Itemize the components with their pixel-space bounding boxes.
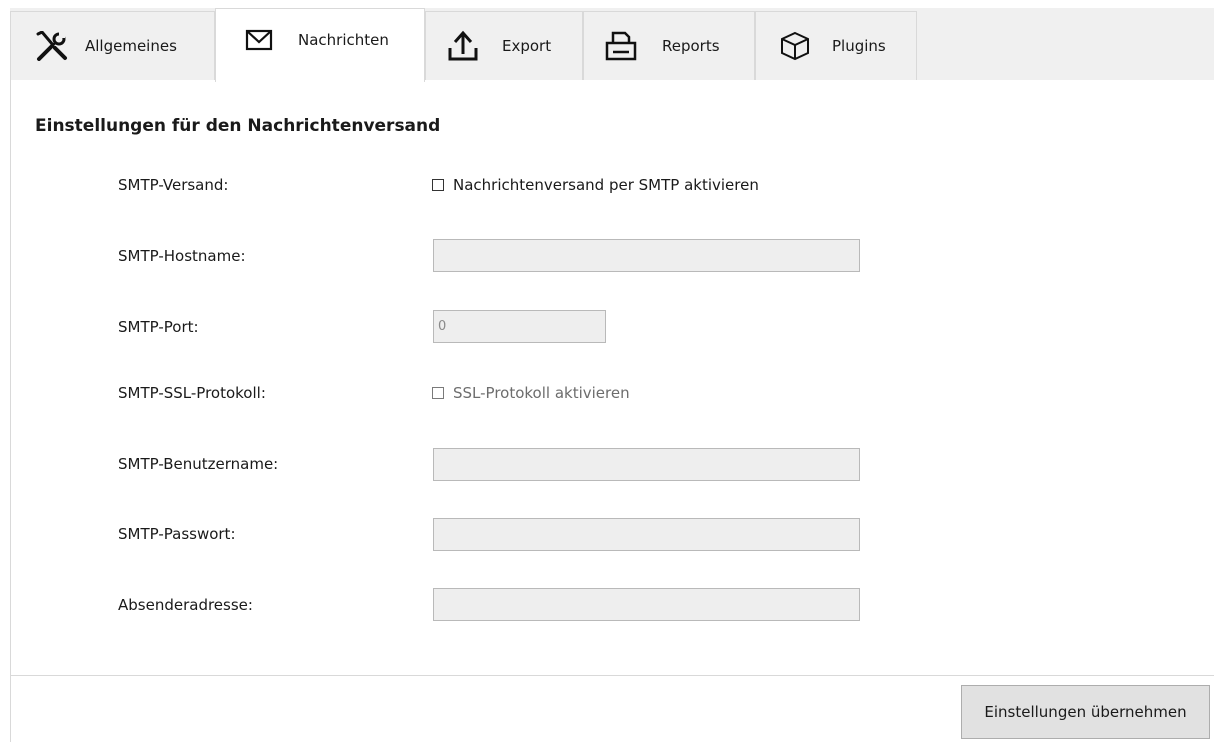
smtp-ssl-checkbox-label: SSL-Protokoll aktivieren <box>453 384 630 402</box>
printer-icon <box>604 29 638 63</box>
tab-nachrichten-label: Nachrichten <box>298 30 389 49</box>
smtp-password-label: SMTP-Passwort: <box>118 525 236 543</box>
upload-icon <box>446 29 480 63</box>
smtp-password-field[interactable] <box>433 518 860 551</box>
tab-export[interactable]: Export <box>425 11 583 80</box>
tab-nachrichten[interactable]: Nachrichten <box>215 8 425 82</box>
sender-address-label: Absenderadresse: <box>118 596 253 614</box>
tab-reports[interactable]: Reports <box>583 11 755 80</box>
smtp-host-field[interactable] <box>433 239 860 272</box>
smtp-send-checkbox-box[interactable] <box>432 179 444 191</box>
settings-panel: Einstellungen für den Nachrichtenversand… <box>10 80 1214 676</box>
tools-icon <box>35 29 69 63</box>
smtp-port-label: SMTP-Port: <box>118 318 199 336</box>
tab-allgemeines-label: Allgemeines <box>85 37 177 55</box>
smtp-ssl-label: SMTP-SSL-Protokoll: <box>118 384 266 402</box>
section-title: Einstellungen für den Nachrichtenversand <box>35 116 441 136</box>
tab-strip: Allgemeines Nachrichten Export Reports P… <box>10 8 1214 82</box>
tab-plugins-label: Plugins <box>832 37 886 55</box>
smtp-send-checkbox[interactable]: Nachrichtenversand per SMTP aktivieren <box>432 176 759 194</box>
tab-plugins[interactable]: Plugins <box>755 11 917 80</box>
smtp-ssl-checkbox[interactable]: SSL-Protokoll aktivieren <box>432 384 630 402</box>
smtp-send-label: SMTP-Versand: <box>118 176 229 194</box>
smtp-send-checkbox-label: Nachrichtenversand per SMTP aktivieren <box>453 176 759 194</box>
smtp-user-label: SMTP-Benutzername: <box>118 455 279 473</box>
settings-window: Allgemeines Nachrichten Export Reports P… <box>0 0 1214 742</box>
apply-settings-button[interactable]: Einstellungen übernehmen <box>961 685 1210 739</box>
tab-allgemeines[interactable]: Allgemeines <box>10 11 215 80</box>
tab-reports-label: Reports <box>662 37 720 55</box>
panel-divider <box>10 676 11 742</box>
tab-export-label: Export <box>502 37 552 55</box>
smtp-ssl-checkbox-box[interactable] <box>432 387 444 399</box>
smtp-port-field[interactable] <box>433 310 606 343</box>
smtp-user-field[interactable] <box>433 448 860 481</box>
cube-icon <box>778 29 812 63</box>
smtp-host-label: SMTP-Hostname: <box>118 247 246 265</box>
sender-address-field[interactable] <box>433 588 860 621</box>
envelope-icon <box>242 23 276 57</box>
